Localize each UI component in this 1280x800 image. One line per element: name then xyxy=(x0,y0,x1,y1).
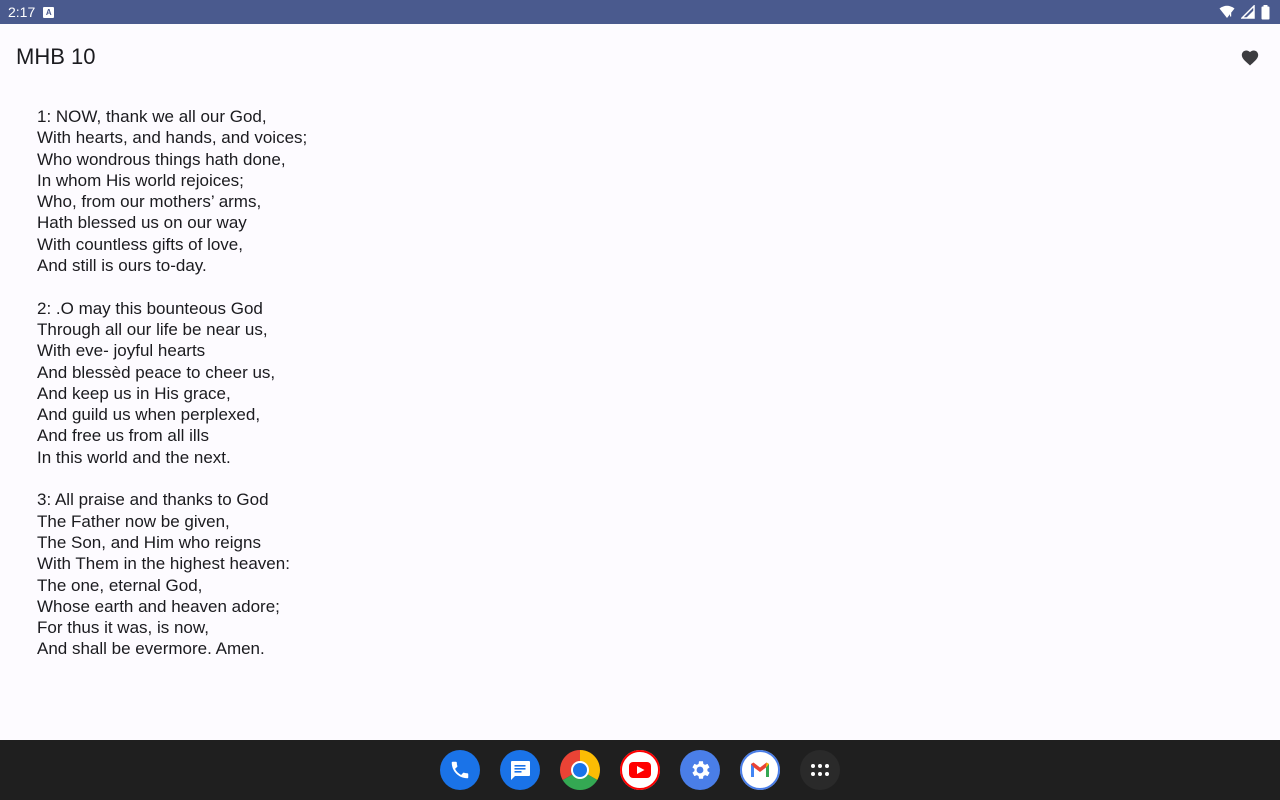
verse-line: The Son, and Him who reigns xyxy=(37,532,261,552)
status-left: 2:17 A xyxy=(8,4,55,20)
verse-line: And keep us in His grace, xyxy=(37,383,231,403)
page-title: MHB 10 xyxy=(16,44,96,69)
youtube-icon xyxy=(620,750,660,790)
all-apps-button[interactable] xyxy=(800,750,840,790)
verse-line: Who wondrous things hath done, xyxy=(37,149,286,169)
verse-line: With eve- joyful hearts xyxy=(37,341,206,361)
verse-line: 3: All praise and thanks to God xyxy=(37,490,269,510)
message-icon xyxy=(511,761,530,780)
youtube-app-button[interactable] xyxy=(620,750,660,790)
settings-app-button[interactable] xyxy=(680,750,720,790)
verse-line: The one, eternal God, xyxy=(37,575,203,595)
verse-line: With Them in the highest heaven: xyxy=(37,554,290,574)
verse-3: 3: All praise and thanks to God The Fath… xyxy=(37,489,307,659)
gmail-icon xyxy=(740,750,780,790)
battery-icon xyxy=(1261,4,1270,19)
heart-icon xyxy=(1241,50,1259,66)
verse-2: 2: .O may this bounteous God Through all… xyxy=(37,298,307,468)
verse-line: And still is ours to-day. xyxy=(37,256,207,276)
verse-line: Through all our life be near us, xyxy=(37,319,268,339)
app-dock xyxy=(440,750,840,790)
verse-line: With hearts, and hands, and voices; xyxy=(37,128,308,148)
top-app-bar: MHB 10 xyxy=(0,24,1280,88)
status-icons xyxy=(1219,4,1270,20)
verse-line: Whose earth and heaven adore; xyxy=(37,596,280,616)
chrome-app-button[interactable] xyxy=(560,750,600,790)
verse-line: In whom His world rejoices; xyxy=(37,170,244,190)
verse-line: The Father now be given, xyxy=(37,511,230,531)
status-time: 2:17 xyxy=(8,4,36,20)
phone-icon xyxy=(451,761,469,779)
hymn-text: 1: NOW, thank we all our God, With heart… xyxy=(37,106,307,681)
verse-line: 2: .O may this bounteous God xyxy=(37,298,263,318)
phone-app-button[interactable] xyxy=(440,750,480,790)
cellular-signal-icon xyxy=(1241,5,1255,19)
verse-line: And free us from all ills xyxy=(37,426,209,446)
verse-line: In this world and the next. xyxy=(37,447,231,467)
status-bar: 2:17 A xyxy=(0,0,1280,24)
verse-line: And blessèd peace to cheer us, xyxy=(37,362,276,382)
favorite-button[interactable] xyxy=(1238,46,1262,68)
verse-1: 1: NOW, thank we all our God, With heart… xyxy=(37,106,307,276)
wifi-icon xyxy=(1219,5,1235,18)
chrome-icon xyxy=(560,750,600,790)
hymn-screen: MHB 10 1: NOW, thank we all our God, Wit… xyxy=(0,24,1280,740)
app-grid-icon xyxy=(811,764,829,776)
verse-line: 1: NOW, thank we all our God, xyxy=(37,107,267,126)
navigation-bar xyxy=(0,740,1280,800)
messages-app-button[interactable] xyxy=(500,750,540,790)
verse-line: And guild us when perplexed, xyxy=(37,405,261,425)
verse-line: For thus it was, is now, xyxy=(37,618,209,638)
verse-line: Hath blessed us on our way xyxy=(37,213,247,233)
verse-line: And shall be evermore. Amen. xyxy=(37,639,265,659)
verse-line: Who, from our mothers’ arms, xyxy=(37,192,262,212)
gear-icon xyxy=(692,761,710,779)
notification-a-icon: A xyxy=(43,6,55,18)
gmail-app-button[interactable] xyxy=(740,750,780,790)
verse-line: With countless gifts of love, xyxy=(37,234,243,254)
